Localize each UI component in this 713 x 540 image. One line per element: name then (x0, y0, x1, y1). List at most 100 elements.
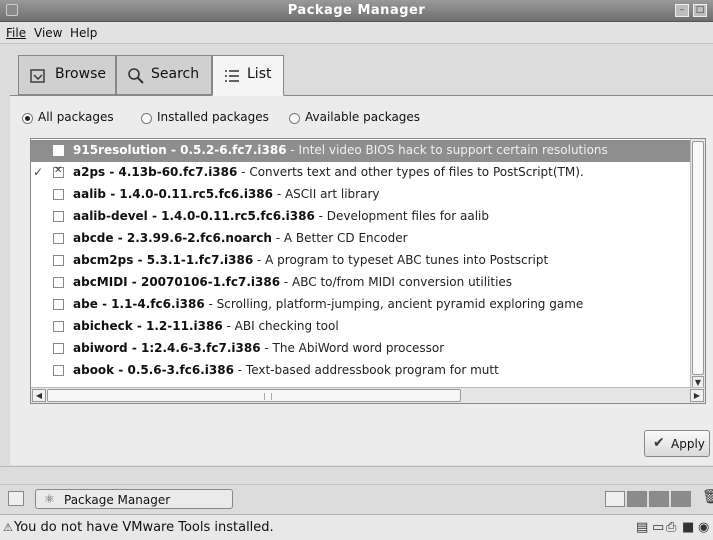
package-row[interactable]: 915resolution - 0.5.2-6.fc7.i386 - Intel… (31, 140, 691, 162)
package-text: abcMIDI - 20070106-1.fc7.i386 - ABC to/f… (73, 275, 512, 289)
window-title: Package Manager (287, 3, 426, 18)
package-checkbox[interactable] (53, 299, 64, 310)
package-description: - The AbiWord word processor (260, 341, 445, 355)
checkmark-icon: ✔ (653, 435, 665, 451)
search-icon (128, 68, 144, 84)
workspace-2[interactable] (627, 491, 647, 507)
package-text: abiword - 1:2.4.6-3.fc7.i386 - The AbiWo… (73, 341, 444, 355)
horizontal-scrollbar[interactable]: ◀ ▶ (31, 387, 705, 403)
menu-file-label: File (6, 26, 27, 40)
menu-file[interactable]: File (6, 26, 26, 40)
menu-bar: File View Help (0, 22, 713, 44)
package-text: a2ps - 4.13b-60.fc7.i386 - Converts text… (73, 165, 584, 179)
package-name: abe - 1.1-4.fc6.i386 (73, 297, 205, 311)
tab-search-label: Search (151, 66, 200, 82)
package-text: abook - 0.5.6-3.fc6.i386 - Text-based ad… (73, 363, 499, 377)
show-desktop-icon[interactable] (8, 491, 24, 506)
package-checkbox[interactable] (53, 211, 64, 222)
minimize-icon[interactable]: – (675, 4, 689, 17)
package-description: - Converts text and other types of files… (237, 165, 584, 179)
package-text: abe - 1.1-4.fc6.i386 - Scrolling, platfo… (73, 297, 583, 311)
scroll-right-icon[interactable]: ▶ (690, 389, 704, 402)
package-checkbox[interactable] (53, 165, 64, 178)
status-message: You do not have VMware Tools installed. (14, 520, 274, 535)
package-checkbox[interactable] (53, 189, 64, 200)
package-checkbox[interactable] (53, 321, 64, 332)
installed-package-icon: ✓ (33, 165, 44, 179)
workspace-4[interactable] (671, 491, 691, 507)
package-manager-icon: ⚛ (44, 492, 55, 506)
package-description: - A program to typeset ABC tunes into Po… (253, 253, 549, 267)
workspace-3[interactable] (649, 491, 669, 507)
package-row[interactable]: abcde - 2.3.99.6-2.fc6.noarch - A Better… (31, 228, 691, 250)
package-name: aalib - 1.4.0-0.11.rc5.fc6.i386 (73, 187, 274, 201)
package-row[interactable]: abe - 1.1-4.fc6.i386 - Scrolling, platfo… (31, 294, 691, 316)
package-description: - A Better CD Encoder (271, 231, 408, 245)
browse-icon (30, 69, 45, 83)
package-list: 915resolution - 0.5.2-6.fc7.i386 - Intel… (30, 138, 706, 404)
radio-all-label[interactable]: All packages (38, 110, 114, 124)
maximize-icon[interactable]: □ (693, 4, 707, 17)
taskbar-window-label: Package Manager (64, 493, 171, 507)
package-checkbox[interactable] (53, 365, 64, 376)
package-checkbox[interactable] (53, 255, 64, 266)
package-name: a2ps - 4.13b-60.fc7.i386 (73, 165, 238, 179)
package-checkbox[interactable] (53, 277, 64, 288)
package-name: abcMIDI - 20070106-1.fc7.i386 (73, 275, 281, 289)
tab-browse[interactable]: Browse (18, 55, 116, 95)
package-description: - ASCII art library (273, 187, 380, 201)
menu-view-label: View (34, 26, 63, 40)
scroll-left-icon[interactable]: ◀ (32, 389, 46, 402)
display-icon[interactable]: ■ (682, 520, 694, 535)
package-row[interactable]: abicheck - 1.2-11.i386 - ABI checking to… (31, 316, 691, 338)
package-name: abicheck - 1.2-11.i386 (73, 319, 223, 333)
apply-button[interactable]: ✔ Apply (644, 430, 710, 457)
package-row[interactable]: abcm2ps - 5.3.1-1.fc7.i386 - A program t… (31, 250, 691, 272)
radio-all-packages[interactable] (22, 113, 33, 124)
menu-help[interactable]: Help (70, 26, 97, 40)
package-text: abicheck - 1.2-11.i386 - ABI checking to… (73, 319, 339, 333)
package-description: - ABI checking tool (222, 319, 339, 333)
package-description: - Development files for aalib (314, 209, 490, 223)
package-description: - Intel video BIOS hack to support certa… (286, 143, 608, 157)
radio-available-label[interactable]: Available packages (305, 110, 420, 124)
horizontal-scroll-thumb[interactable] (47, 389, 461, 402)
menu-help-label: Help (70, 26, 98, 40)
radio-installed-label[interactable]: Installed packages (157, 110, 269, 124)
network-icon[interactable]: ▤ (636, 520, 648, 535)
tab-search[interactable]: Search (116, 55, 212, 95)
apply-label: Apply (671, 437, 705, 451)
package-row[interactable]: aalib-devel - 1.4.0-0.11.rc5.fc6.i386 - … (31, 206, 691, 228)
package-text: 915resolution - 0.5.2-6.fc7.i386 - Intel… (73, 143, 608, 157)
package-name: abcde - 2.3.99.6-2.fc6.noarch (73, 231, 272, 245)
package-row[interactable]: ✓ a2ps - 4.13b-60.fc7.i386 - Converts te… (31, 162, 691, 184)
package-description: - ABC to/from MIDI conversion utilities (280, 275, 513, 289)
package-checkbox[interactable] (53, 343, 64, 354)
vertical-scroll-thumb[interactable] (692, 141, 704, 375)
radio-installed-packages[interactable] (141, 113, 152, 124)
package-description: - Scrolling, platform-jumping, ancient p… (204, 297, 584, 311)
printer-icon[interactable]: ⎙ (666, 520, 676, 535)
package-name: abook - 0.5.6-3.fc6.i386 (73, 363, 234, 377)
package-row[interactable]: abiword - 1:2.4.6-3.fc7.i386 - The AbiWo… (31, 338, 691, 360)
package-checkbox[interactable] (53, 233, 64, 244)
package-name: abiword - 1:2.4.6-3.fc7.i386 (73, 341, 261, 355)
radio-available-packages[interactable] (289, 113, 300, 124)
vertical-scrollbar[interactable]: ▼ (690, 139, 705, 388)
package-text: aalib - 1.4.0-0.11.rc5.fc6.i386 - ASCII … (73, 187, 380, 201)
drive-icon[interactable]: ▭ (652, 520, 664, 535)
tab-list[interactable]: List (212, 55, 284, 96)
package-row[interactable]: abcMIDI - 20070106-1.fc7.i386 - ABC to/f… (31, 272, 691, 294)
trash-icon[interactable]: 🗑 (702, 489, 713, 505)
warning-icon: ⚠ (3, 521, 13, 534)
package-description: - Text-based addressbook program for mut… (233, 363, 499, 377)
workspace-1[interactable] (605, 491, 625, 507)
package-text: abcm2ps - 5.3.1-1.fc7.i386 - A program t… (73, 253, 548, 267)
package-checkbox[interactable] (53, 145, 64, 156)
menu-view[interactable]: View (34, 26, 62, 40)
package-row[interactable]: aalib - 1.4.0-0.11.rc5.fc6.i386 - ASCII … (31, 184, 691, 206)
sound-icon[interactable]: ◉ (698, 520, 709, 535)
taskbar-window-button[interactable]: ⚛ Package Manager (35, 489, 233, 509)
package-row[interactable]: abook - 0.5.6-3.fc6.i386 - Text-based ad… (31, 360, 691, 382)
tab-list-label: List (247, 66, 272, 82)
